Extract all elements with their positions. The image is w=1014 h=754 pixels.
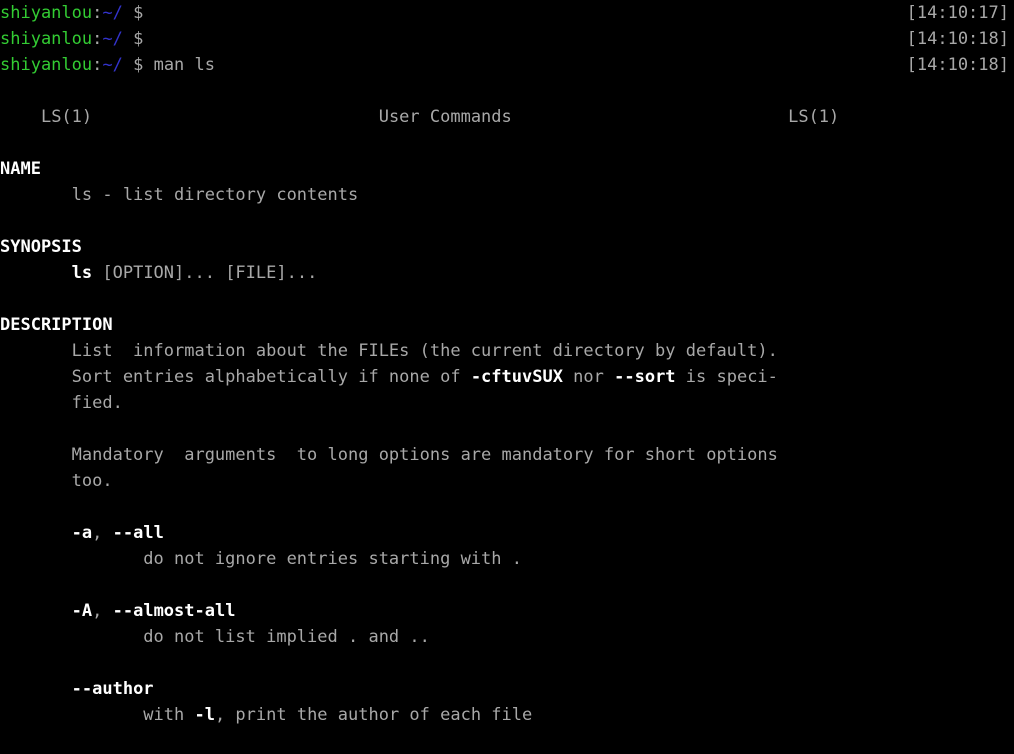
man-body-text: Mandatory arguments to long options are … <box>0 445 778 465</box>
man-option-name: -l <box>194 705 215 725</box>
man-option-name: --almost-all <box>112 601 236 621</box>
man-section-heading-text: DESCRIPTION <box>0 315 113 335</box>
shell-prompt-line: shiyanlou:~/ $ [14:10:17] <box>0 0 1014 26</box>
man-body-line: do not ignore entries starting with . <box>0 546 1014 572</box>
prompt-symbol: $ <box>122 55 144 75</box>
prompt-path: ~/ <box>102 55 123 75</box>
shell-timestamp: [14:10:17] <box>906 3 1009 23</box>
man-body-line <box>0 416 1014 442</box>
man-body-line: -A, --almost-all <box>0 598 1014 624</box>
man-option-name: -cftuvSUX <box>470 367 563 387</box>
man-option-name: --all <box>112 523 164 543</box>
man-section-heading: DESCRIPTION <box>0 312 1014 338</box>
man-option-name: ls <box>71 263 93 283</box>
prompt-symbol: $ <box>122 29 144 49</box>
man-body-text: do not list implied . and .. <box>0 627 430 647</box>
man-body-line: ls - list directory contents <box>0 182 1014 208</box>
man-body-text: fied. <box>0 393 123 413</box>
prompt-separator: : <box>92 3 103 23</box>
prompt-path: ~/ <box>102 3 123 23</box>
man-section-heading-text: NAME <box>0 159 41 179</box>
man-body-line: too. <box>0 468 1014 494</box>
man-body-line: fied. <box>0 390 1014 416</box>
man-body-text: do not ignore entries starting with . <box>0 549 522 569</box>
man-body-text <box>0 523 72 543</box>
man-header-row: LS(1) User Commands LS(1) <box>0 78 1014 127</box>
man-body-text: ls - list directory contents <box>0 185 359 205</box>
man-body-line: List information about the FILEs (the cu… <box>0 338 1014 364</box>
man-option-name: --sort <box>614 367 676 387</box>
man-body-text: Sort entries alphabetically if none of <box>0 367 471 387</box>
man-body-text <box>0 679 72 699</box>
man-body-line: do not list implied . and .. <box>0 624 1014 650</box>
shell-timestamp: [14:10:18] <box>906 29 1009 49</box>
prompt-path: ~/ <box>102 29 123 49</box>
terminal-window[interactable]: shiyanlou:~/ $ [14:10:17] shiyanlou:~/ $ [1… <box>0 0 1014 754</box>
man-body-line: Sort entries alphabetically if none of -… <box>0 364 1014 390</box>
shell-prompt-line: shiyanlou:~/ $ [14:10:18] <box>0 26 1014 52</box>
man-body-text <box>0 601 72 621</box>
man-option-name: --author <box>71 679 154 699</box>
man-body-text: List information about the FILEs (the cu… <box>0 341 778 361</box>
man-option-name: -A <box>71 601 93 621</box>
man-body-text: , <box>92 523 113 543</box>
man-body-text: with <box>0 705 195 725</box>
man-page-body: NAME ls - list directory contents SYNOPS… <box>0 104 1014 728</box>
man-body-line <box>0 494 1014 520</box>
man-body-text: , print the author of each file <box>214 705 533 725</box>
man-body-text: [OPTION]... [FILE]... <box>92 263 318 283</box>
shell-output-area: shiyanlou:~/ $ [14:10:17] shiyanlou:~/ $ [1… <box>0 0 1014 78</box>
prompt-host: shiyanlou <box>0 3 93 23</box>
shell-command: man ls <box>143 55 215 75</box>
man-body-text <box>0 263 72 283</box>
man-body-line: Mandatory arguments to long options are … <box>0 442 1014 468</box>
shell-timestamp: [14:10:18] <box>906 55 1009 75</box>
man-body-line: -a, --all <box>0 520 1014 546</box>
prompt-symbol: $ <box>122 3 144 23</box>
man-section-heading-text: SYNOPSIS <box>0 237 82 257</box>
shell-prompt-line: shiyanlou:~/ $ man ls [14:10:18] <box>0 52 1014 78</box>
man-body-line: ls [OPTION]... [FILE]... <box>0 260 1014 286</box>
man-option-name: -a <box>71 523 93 543</box>
man-body-text: too. <box>0 471 113 491</box>
man-body-line <box>0 650 1014 676</box>
prompt-host: shiyanlou <box>0 29 93 49</box>
man-body-line: with -l, print the author of each file <box>0 702 1014 728</box>
man-body-line: --author <box>0 676 1014 702</box>
man-body-text: , <box>92 601 113 621</box>
prompt-separator: : <box>92 55 103 75</box>
man-body-text: is speci- <box>675 367 778 387</box>
prompt-separator: : <box>92 29 103 49</box>
prompt-host: shiyanlou <box>0 55 93 75</box>
man-body-line <box>0 572 1014 598</box>
man-section-heading: NAME <box>0 156 1014 182</box>
man-section-heading: SYNOPSIS <box>0 234 1014 260</box>
man-body-text: nor <box>562 367 615 387</box>
